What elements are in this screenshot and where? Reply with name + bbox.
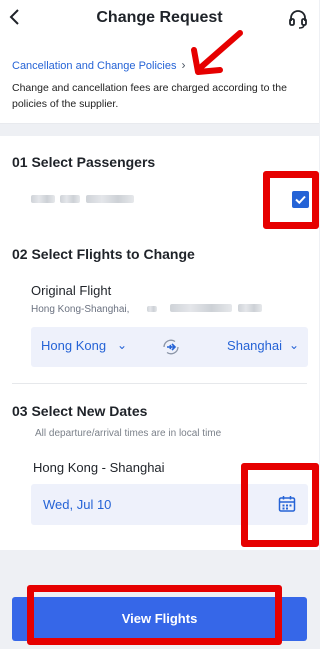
original-flight-label: Original Flight <box>31 283 112 298</box>
chevron-down-icon[interactable]: ⌄ <box>289 338 299 352</box>
annotation-box-view-flights <box>27 585 282 645</box>
chevron-right-icon: › <box>181 58 186 72</box>
chevron-down-icon[interactable]: ⌄ <box>117 338 127 352</box>
section-title-passengers: 01 Select Passengers <box>12 154 156 170</box>
flight-info-blurred <box>238 304 262 312</box>
policy-description: Change and cancellation fees are charged… <box>12 82 287 110</box>
section-divider <box>12 383 307 384</box>
header-bar: Change Request <box>0 0 319 40</box>
annotation-box-calendar <box>241 463 319 547</box>
annotation-arrow <box>188 28 246 78</box>
date-value[interactable]: Wed, Jul 10 <box>43 497 111 512</box>
passenger-name-blurred <box>31 195 55 203</box>
original-flight-route: Hong Kong-Shanghai, <box>31 304 130 315</box>
passenger-name-blurred <box>60 195 80 203</box>
headset-icon[interactable] <box>287 8 309 30</box>
passenger-name-blurred <box>86 195 134 203</box>
flight-info-blurred <box>170 304 232 312</box>
local-time-note: All departure/arrival times are in local… <box>35 428 222 439</box>
policy-notice: Cancellation and Change Policies › Change… <box>0 40 319 124</box>
section-title-flights: 02 Select Flights to Change <box>12 246 195 262</box>
plane-swap-icon[interactable] <box>161 337 181 357</box>
page-title: Change Request <box>96 9 223 26</box>
section-title-dates: 03 Select New Dates <box>12 403 148 419</box>
from-city-select[interactable]: Hong Kong <box>41 338 106 353</box>
date-route-label: Hong Kong - Shanghai <box>33 460 165 475</box>
city-selector-row: Hong Kong ⌄ Shanghai ⌄ <box>31 327 308 367</box>
annotation-box-checkbox <box>263 171 319 229</box>
policy-link[interactable]: Cancellation and Change Policies › <box>12 58 186 72</box>
flight-info-blurred <box>147 306 157 312</box>
policy-link-label[interactable]: Cancellation and Change Policies <box>12 60 177 72</box>
to-city-select[interactable]: Shanghai <box>227 338 282 353</box>
